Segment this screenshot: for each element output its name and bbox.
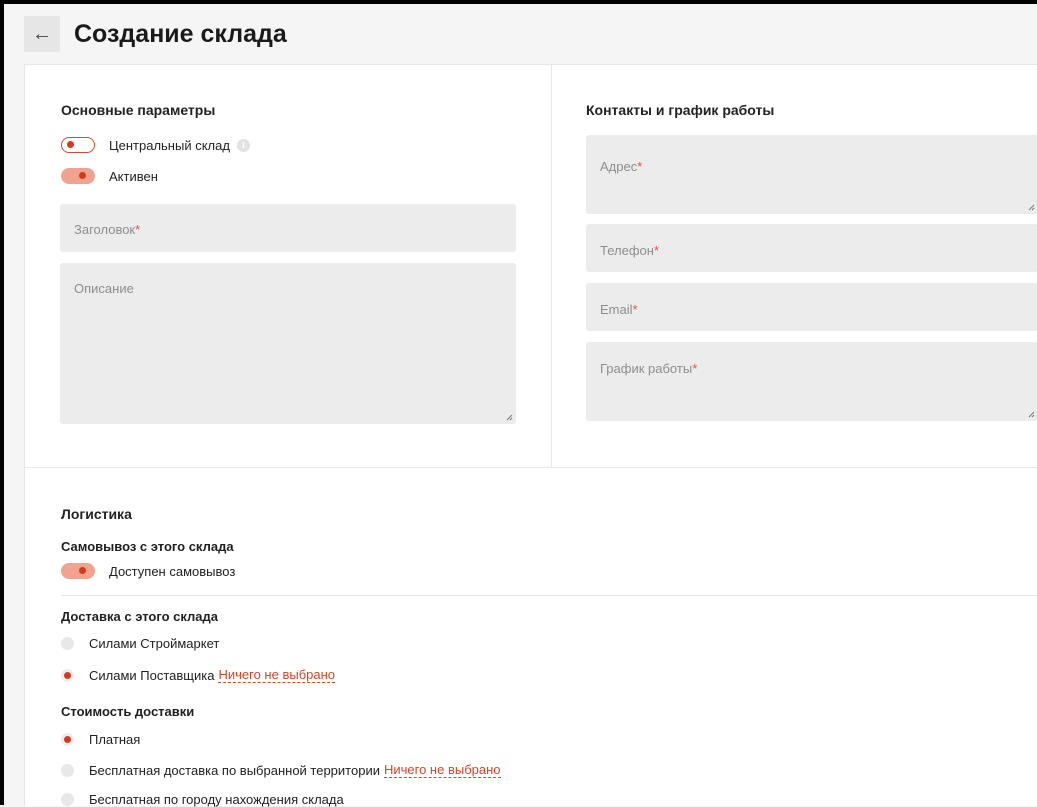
pickup-toggle[interactable] — [61, 563, 95, 579]
back-button[interactable]: ← — [24, 16, 60, 52]
arrow-left-icon: ← — [32, 22, 52, 45]
radio-button[interactable] — [61, 669, 74, 682]
cost-option-label: Платная — [89, 732, 141, 747]
phone-placeholder: Телефон* — [600, 243, 659, 258]
window-border-left — [0, 0, 4, 805]
address-placeholder: Адрес* — [600, 159, 643, 174]
schedule-placeholder: График работы* — [600, 361, 698, 376]
central-warehouse-row: Центральный склад i — [61, 137, 250, 153]
window-border-top — [0, 0, 1037, 4]
radio-button[interactable] — [61, 637, 74, 650]
page-title: Создание склада — [74, 19, 287, 48]
page-header: ← Создание склада — [24, 16, 287, 52]
radio-button[interactable] — [61, 793, 74, 806]
logistics-section-title: Логистика — [61, 506, 132, 522]
delivery-option-supplier[interactable]: Силами Поставщика Ничего не выбрано — [61, 668, 336, 683]
active-toggle[interactable] — [61, 168, 95, 184]
supplier-select-link[interactable]: Ничего не выбрано — [218, 668, 336, 683]
email-input[interactable]: Email* — [586, 283, 1037, 331]
description-placeholder: Описание — [74, 281, 134, 296]
resize-grip-icon[interactable] — [1028, 204, 1035, 211]
territory-select-link[interactable]: Ничего не выбрано — [383, 763, 501, 778]
cost-option-free-territory[interactable]: Бесплатная доставка по выбранной террито… — [61, 763, 501, 778]
form-card: Основные параметры Центральный склад i А… — [24, 64, 1037, 807]
delivery-option-label: Силами Строймаркет — [89, 636, 220, 651]
resize-grip-icon[interactable] — [506, 414, 513, 421]
section-divider — [25, 467, 1037, 468]
central-warehouse-label: Центральный склад — [109, 137, 230, 153]
pickup-title: Самовывоз с этого склада — [61, 539, 234, 554]
column-divider — [551, 65, 552, 467]
toggle-knob — [67, 141, 74, 148]
heading-input[interactable]: Заголовок* — [60, 204, 516, 252]
cost-title: Стоимость доставки — [61, 704, 195, 719]
pickup-row: Доступен самовывоз — [61, 563, 235, 579]
divider — [61, 595, 1037, 596]
contacts-section-title: Контакты и график работы — [586, 102, 775, 118]
toggle-knob — [79, 172, 86, 179]
delivery-title: Доставка с этого склада — [61, 609, 219, 624]
basic-section-title: Основные параметры — [61, 102, 216, 118]
delivery-option-stroymarket[interactable]: Силами Строймаркет — [61, 636, 219, 651]
phone-input[interactable]: Телефон* — [586, 224, 1037, 272]
radio-button[interactable] — [61, 733, 74, 746]
address-textarea[interactable]: Адрес* — [586, 135, 1037, 214]
description-textarea[interactable]: Описание — [60, 263, 516, 424]
resize-grip-icon[interactable] — [1028, 411, 1035, 418]
pickup-label: Доступен самовывоз — [109, 563, 236, 579]
schedule-textarea[interactable]: График работы* — [586, 342, 1037, 421]
cost-option-label: Бесплатная доставка по выбранной террито… — [89, 763, 380, 778]
active-row: Активен — [61, 168, 158, 184]
radio-button[interactable] — [61, 764, 74, 777]
heading-placeholder: Заголовок* — [74, 222, 141, 237]
info-icon[interactable]: i — [236, 138, 250, 152]
email-placeholder: Email* — [600, 302, 638, 317]
cost-option-paid[interactable]: Платная — [61, 732, 140, 747]
active-label: Активен — [109, 168, 158, 184]
central-warehouse-toggle[interactable] — [61, 137, 95, 153]
delivery-option-label: Силами Поставщика — [89, 668, 215, 683]
toggle-knob — [79, 567, 86, 574]
